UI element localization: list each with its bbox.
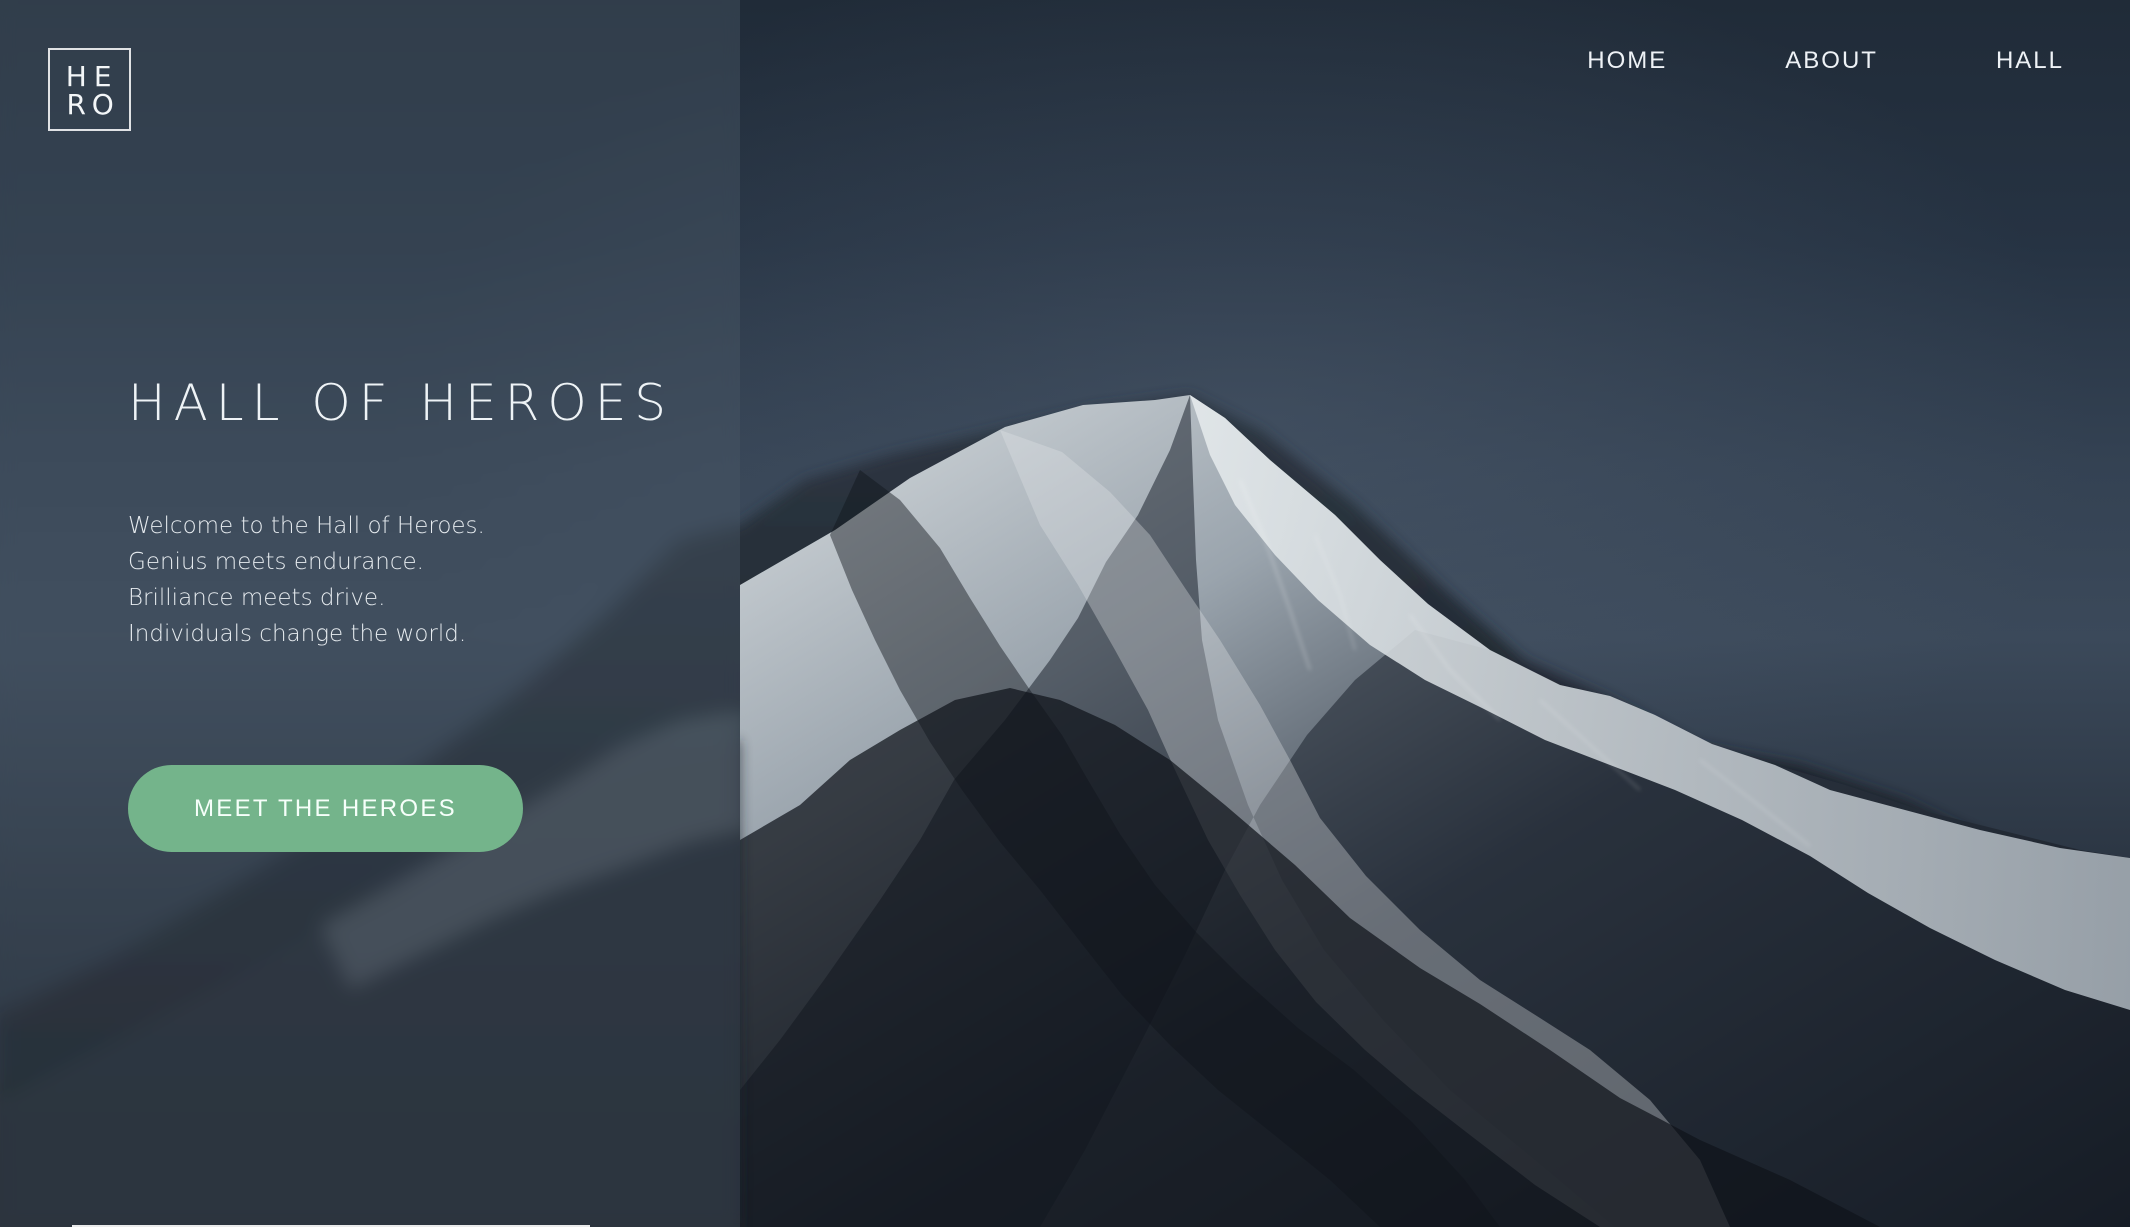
hero-line-2: Genius meets endurance.	[128, 549, 424, 575]
logo-letter-r: R	[66, 88, 88, 121]
hero-logo-icon[interactable]: H E R O	[48, 48, 131, 131]
logo-letter-o: O	[91, 88, 116, 121]
nav-about-link[interactable]: ABOUT	[1785, 47, 1878, 75]
hero-line-4: Individuals change the world.	[128, 621, 467, 647]
logo-letter-h: H	[65, 60, 89, 93]
nav-home-link[interactable]: HOME	[1587, 47, 1667, 75]
meet-the-heroes-button[interactable]: MEET THE HEROES	[128, 765, 523, 852]
nav-hall-link[interactable]: HALL	[1996, 47, 2064, 75]
hero-line-3: Brilliance meets drive.	[128, 585, 386, 611]
logo-letter-e: E	[93, 60, 114, 93]
page-title: HALL OF HEROES	[128, 374, 675, 432]
hero-section: H E R O HOME ABOUT HALL HALL OF HEROES W…	[0, 0, 2130, 1227]
hero-line-1: Welcome to the Hall of Heroes.	[128, 513, 485, 539]
main-navigation: HOME ABOUT HALL	[1587, 47, 2064, 75]
hero-copy: Welcome to the Hall of Heroes. Genius me…	[128, 508, 485, 652]
